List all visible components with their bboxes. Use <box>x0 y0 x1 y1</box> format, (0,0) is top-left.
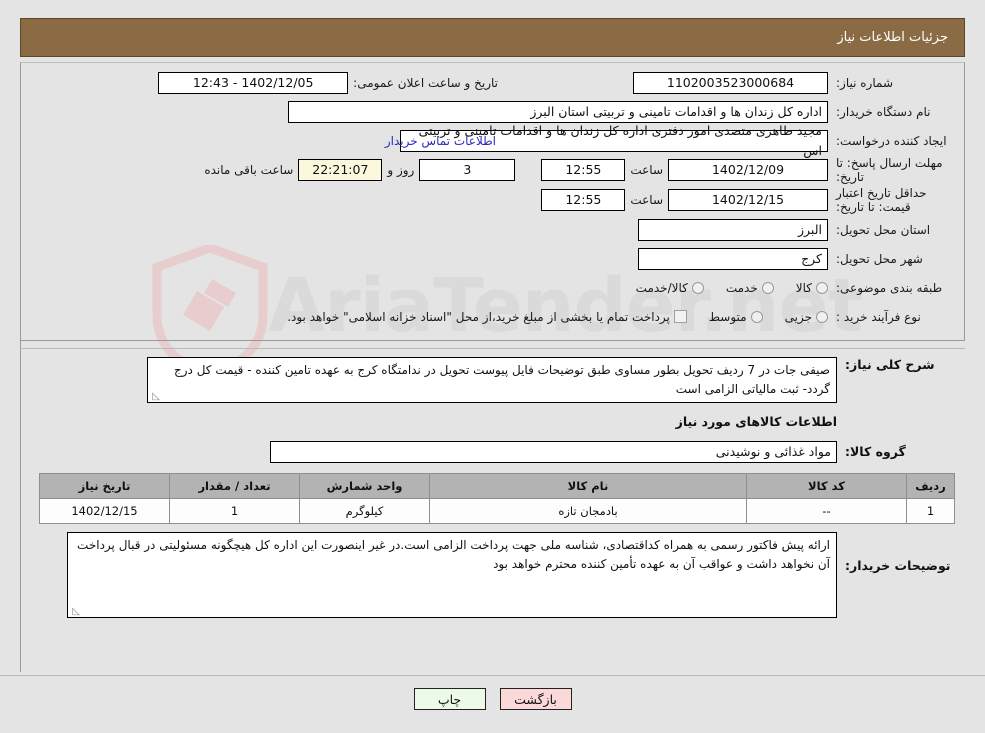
goods-info-heading-wrap: اطلاعات کالاهای مورد نیاز <box>20 405 965 438</box>
remaining-days-label: روز و <box>387 163 415 177</box>
col-needdate: تاریخ نیاز <box>39 473 170 499</box>
checkbox-icon[interactable] <box>673 310 687 323</box>
page-title: جزئیات اطلاعات نیاز <box>20 18 965 57</box>
row-description: شرح کلی نیاز: صیفی جات در 7 ردیف تحویل ب… <box>20 357 965 403</box>
resize-grip-icon[interactable]: ◺ <box>151 392 160 402</box>
price-validity-time-label: ساعت <box>630 193 663 207</box>
cell-needdate: 1402/12/15 <box>39 498 170 524</box>
public-announce-field[interactable]: 1402/12/05 - 12:43 <box>158 71 349 94</box>
purchase-type-option-medium[interactable]: متوسط <box>709 310 763 324</box>
row-delivery-city: شهر محل تحویل: کرج <box>29 245 956 272</box>
back-button[interactable]: بازگشت <box>499 688 572 710</box>
category-option-both-label: کالا/خدمت <box>635 280 688 295</box>
cell-row: 1 <box>906 498 955 524</box>
description-label: شرح کلی نیاز: <box>845 357 935 372</box>
row-need-number: شماره نیاز: 1102003523000684 تاریخ و ساع… <box>29 69 956 96</box>
price-validity-label: حداقل تاریخ اعتبار قیمت: تا تاریخ: <box>836 186 927 214</box>
delivery-city-label: شهر محل تحویل: <box>836 251 923 266</box>
answer-deadline-time-field[interactable]: 12:55 <box>541 159 626 181</box>
delivery-province-field[interactable]: البرز <box>638 218 828 241</box>
need-info-fieldset: شماره نیاز: 1102003523000684 تاریخ و ساع… <box>20 62 965 341</box>
col-code: کد کالا <box>746 473 907 499</box>
footer-divider <box>0 675 985 676</box>
main-panel: شماره نیاز: 1102003523000684 تاریخ و ساع… <box>20 62 965 620</box>
category-option-both[interactable]: کالا/خدمت <box>636 281 704 295</box>
buyer-org-field[interactable]: اداره کل زندان ها و اقدامات تامینی و ترب… <box>288 100 828 123</box>
delivery-province-label: استان محل تحویل: <box>836 222 931 237</box>
buyer-notes-textarea[interactable]: ارائه پیش فاکتور رسمی به همراه کداقتصادی… <box>67 532 837 618</box>
need-number-label: شماره نیاز: <box>836 75 893 90</box>
col-row: ردیف <box>906 473 955 499</box>
remaining-days-field[interactable]: 3 <box>419 159 516 181</box>
radio-icon[interactable] <box>816 310 828 323</box>
row-answer-deadline: مهلت ارسال پاسخ: تا تاریخ: 1402/12/09 سا… <box>29 156 956 184</box>
purchase-type-option-medium-label: متوسط <box>708 309 747 324</box>
price-validity-time-field[interactable]: 12:55 <box>541 189 626 211</box>
remaining-clock-field[interactable]: 22:21:07 <box>298 159 383 181</box>
print-button[interactable]: چاپ <box>413 688 486 710</box>
row-price-validity: حداقل تاریخ اعتبار قیمت: تا تاریخ: 1402/… <box>29 186 956 214</box>
category-option-goods-label: کالا <box>795 280 812 295</box>
purchase-type-label: نوع فرآیند خرید : <box>836 309 921 324</box>
row-goods-group: گروه کالا: مواد غذائی و نوشیدنی <box>20 438 965 465</box>
section-divider <box>20 348 965 349</box>
row-purchase-type: نوع فرآیند خرید : جزیی متوسط پرداخت تمام… <box>29 303 956 330</box>
cell-code: -- <box>746 498 907 524</box>
buyer-contact-link[interactable]: اطلاعات تماس خریدار <box>385 134 496 148</box>
need-number-field[interactable]: 1102003523000684 <box>633 71 828 94</box>
treasury-bond-note: پرداخت تمام یا بخشی از مبلغ خرید،از محل … <box>287 309 670 324</box>
answer-deadline-date-field[interactable]: 1402/12/09 <box>668 159 828 181</box>
items-table: ردیف کد کالا نام کالا واحد شمارش تعداد /… <box>39 473 955 524</box>
resize-grip-icon[interactable]: ◺ <box>71 607 80 617</box>
items-table-wrap: ردیف کد کالا نام کالا واحد شمارش تعداد /… <box>20 467 965 524</box>
table-row: 1 -- بادمجان تازه کیلوگرم 1 1402/12/15 <box>39 498 955 524</box>
action-buttons: بازگشت چاپ <box>0 688 985 710</box>
row-creator: ایجاد کننده درخواست: مجید طاهری متصدی ام… <box>29 123 956 158</box>
answer-deadline-time-label: ساعت <box>630 163 663 177</box>
col-unit: واحد شمارش <box>299 473 430 499</box>
public-announce-label: تاریخ و ساعت اعلان عمومی: <box>353 75 498 90</box>
answer-deadline-label: مهلت ارسال پاسخ: تا تاریخ: <box>836 156 943 184</box>
category-option-goods[interactable]: کالا <box>796 281 828 295</box>
buyer-notes-text: ارائه پیش فاکتور رسمی به همراه کداقتصادی… <box>77 538 830 571</box>
cell-name: بادمجان تازه <box>429 498 747 524</box>
details-section: شرح کلی نیاز: صیفی جات در 7 ردیف تحویل ب… <box>20 357 965 618</box>
radio-icon[interactable] <box>691 281 704 294</box>
category-label: طبقه بندی موضوعی: <box>836 280 943 295</box>
goods-group-field[interactable]: مواد غذائی و نوشیدنی <box>270 440 837 463</box>
radio-icon[interactable] <box>816 281 828 294</box>
delivery-city-field[interactable]: کرج <box>638 247 828 270</box>
row-delivery-province: استان محل تحویل: البرز <box>29 216 956 243</box>
col-name: نام کالا <box>429 473 747 499</box>
table-header-row: ردیف کد کالا نام کالا واحد شمارش تعداد /… <box>39 473 955 499</box>
radio-icon[interactable] <box>750 310 763 323</box>
purchase-type-option-minor-label: جزیی <box>784 309 812 324</box>
cell-qty: 1 <box>169 498 300 524</box>
price-validity-date-field[interactable]: 1402/12/15 <box>668 189 828 211</box>
col-qty: تعداد / مقدار <box>169 473 300 499</box>
remaining-hours-label: ساعت باقی مانده <box>204 163 294 177</box>
goods-group-label: گروه کالا: <box>845 444 906 459</box>
purchase-type-option-minor[interactable]: جزیی <box>785 310 828 324</box>
row-category: طبقه بندی موضوعی: کالا خدمت کالا/خدمت <box>29 274 956 301</box>
cell-unit: کیلوگرم <box>299 498 430 524</box>
category-option-service-label: خدمت <box>725 280 758 295</box>
page-root: AriaTender.net جزئیات اطلاعات نیاز شماره… <box>0 0 985 733</box>
description-text: صیفی جات در 7 ردیف تحویل بطور مساوی طبق … <box>174 363 830 396</box>
description-textarea[interactable]: صیفی جات در 7 ردیف تحویل بطور مساوی طبق … <box>147 357 837 403</box>
buyer-org-label: نام دستگاه خریدار: <box>836 104 931 119</box>
treasury-bond-checkbox-wrap[interactable]: پرداخت تمام یا بخشی از مبلغ خرید،از محل … <box>287 310 687 324</box>
buyer-notes-label: توضیحات خریدار: <box>845 558 951 573</box>
category-option-service[interactable]: خدمت <box>726 281 774 295</box>
row-buyer-notes: توضیحات خریدار: ارائه پیش فاکتور رسمی به… <box>20 532 965 618</box>
creator-label: ایجاد کننده درخواست: <box>836 133 947 148</box>
radio-icon[interactable] <box>761 281 774 294</box>
goods-info-heading: اطلاعات کالاهای مورد نیاز <box>675 414 837 429</box>
page-title-text: جزئیات اطلاعات نیاز <box>837 30 948 45</box>
